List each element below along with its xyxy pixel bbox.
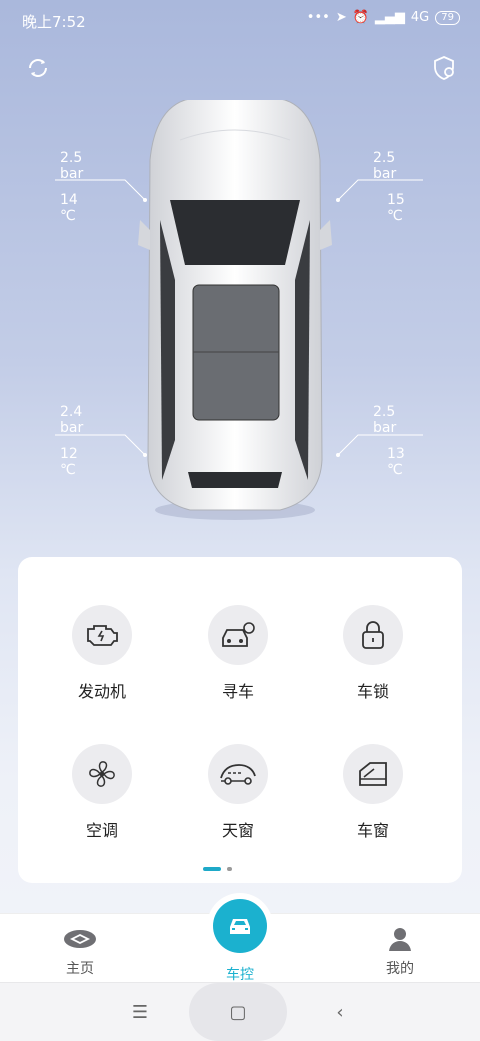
window-control[interactable]: 车窗 [313, 744, 433, 841]
engine-icon [72, 605, 132, 665]
car-top-view-image [138, 100, 332, 520]
tire-leader-line [336, 434, 423, 457]
car-icon [230, 919, 250, 934]
network-type: 4G [410, 10, 430, 25]
tab-home[interactable]: 主页 [40, 926, 120, 978]
tab-label: 主页 [66, 961, 94, 977]
control-label: 寻车 [221, 682, 254, 701]
engine-control[interactable]: 发动机 [42, 605, 162, 702]
status-time: 晚上7:52 [22, 13, 86, 31]
home-square-icon[interactable]: ▢ [218, 983, 258, 1041]
brand-logo-icon [40, 926, 120, 952]
ac-control[interactable]: 空调 [42, 744, 162, 841]
control-label: 天窗 [221, 821, 254, 840]
battery-badge: 79 [435, 10, 460, 25]
fan-icon [72, 744, 132, 804]
car-controls-panel: 发动机 寻车 车锁 空调 天窗 车窗 [18, 557, 462, 883]
signal-icon: ▂▄▆ [374, 10, 405, 25]
control-label: 空调 [85, 821, 118, 840]
control-label: 车窗 [356, 821, 389, 840]
tire-leader-line [336, 179, 423, 202]
lock-icon [343, 605, 403, 665]
more-icon: ••• [306, 10, 330, 25]
tab-label: 车控 [226, 967, 254, 983]
tire-leader-line [55, 179, 147, 202]
user-icon [360, 926, 440, 952]
window-icon [343, 744, 403, 804]
location-icon: ➤ [335, 10, 347, 25]
system-nav-bar: ☰ ▢ ‹ [0, 982, 480, 1041]
lock-control[interactable]: 车锁 [313, 605, 433, 702]
control-label: 发动机 [77, 682, 126, 701]
refresh-icon[interactable] [22, 52, 54, 84]
sunroof-control[interactable]: 天窗 [178, 744, 298, 841]
tab-mine[interactable]: 我的 [360, 926, 440, 978]
alarm-icon: ⏰ [352, 10, 369, 25]
sunroof-icon [208, 744, 268, 804]
tab-label: 我的 [386, 961, 414, 977]
page-dot[interactable] [227, 867, 232, 871]
find-car-control[interactable]: 寻车 [178, 605, 298, 702]
shield-gear-icon[interactable] [428, 52, 460, 84]
page-dot-active [203, 867, 221, 871]
car-control-fab[interactable] [213, 899, 267, 953]
menu-icon[interactable]: ☰ [120, 983, 160, 1041]
back-icon[interactable]: ‹ [320, 983, 360, 1041]
tire-leader-line [55, 434, 147, 457]
find-car-icon [208, 605, 268, 665]
control-label: 车锁 [356, 682, 389, 701]
page-indicator [203, 867, 232, 871]
status-bar: 晚上7:52 ••• ➤ ⏰ ▂▄▆ 4G 79 [0, 0, 480, 40]
tab-car-control[interactable]: 车控 [200, 958, 280, 984]
